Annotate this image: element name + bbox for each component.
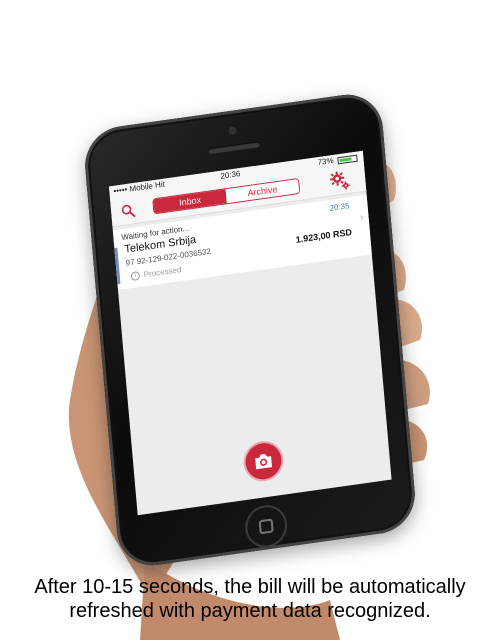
home-button[interactable] xyxy=(243,502,289,551)
tab-inbox[interactable]: Inbox xyxy=(153,189,227,214)
item-time: 20:35 xyxy=(329,201,350,213)
tab-archive[interactable]: Archive xyxy=(225,179,300,204)
chevron-right-icon: › xyxy=(359,211,365,224)
search-icon[interactable] xyxy=(121,203,136,219)
camera-icon xyxy=(255,453,273,470)
caption: After 10-15 seconds, the bill will be au… xyxy=(0,575,500,623)
item-amount: 1.923,00 RSD xyxy=(295,227,353,245)
home-square-icon xyxy=(258,518,274,535)
earpiece-speaker xyxy=(208,141,261,155)
front-camera xyxy=(228,126,237,136)
caption-line-2: refreshed with payment data recognized. xyxy=(69,600,431,622)
phone-body: ••••• Mobile Hit 20:36 73% Inbox Archive xyxy=(82,89,418,571)
battery-fill xyxy=(339,157,352,163)
item-state: Processed xyxy=(143,265,182,280)
caption-line-1: After 10-15 seconds, the bill will be au… xyxy=(34,576,466,598)
info-icon: i xyxy=(130,270,141,282)
camera-button[interactable] xyxy=(244,440,283,482)
phone: ••••• Mobile Hit 20:36 73% Inbox Archive xyxy=(82,89,418,571)
app-screen: ••••• Mobile Hit 20:36 73% Inbox Archive xyxy=(108,150,392,516)
gear-icon[interactable] xyxy=(329,169,353,194)
status-indicator-bar xyxy=(114,247,121,285)
